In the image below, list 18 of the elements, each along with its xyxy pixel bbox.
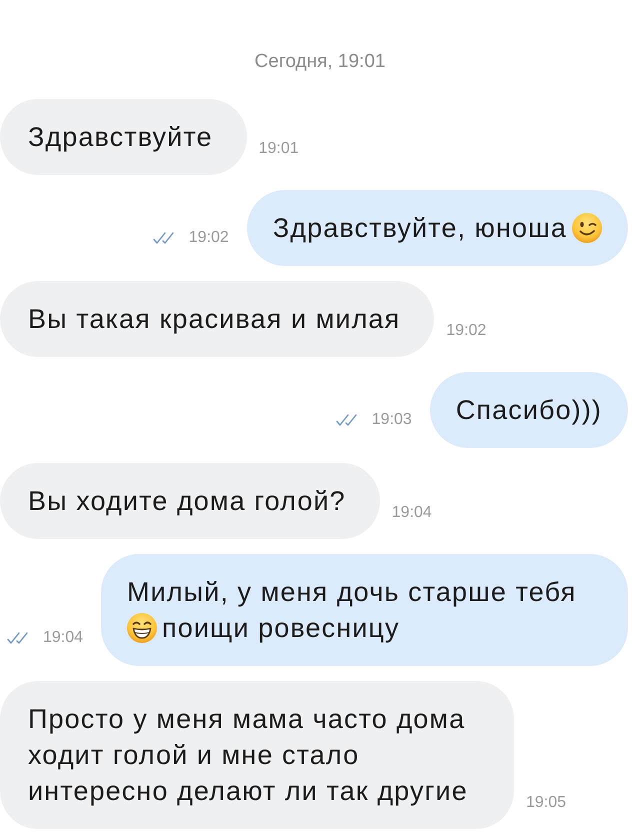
message-time: 19:02 (446, 321, 486, 341)
message-text: Вы такая красивая и милая (28, 303, 400, 336)
message-text: Милый, у меня дочь старше тебя (127, 576, 576, 609)
message-time: 19:02 (188, 228, 229, 248)
message-text: Спасибо))) (456, 394, 602, 427)
message-time: 19:04 (42, 628, 83, 648)
message-text: Вы ходите дома голой? (28, 485, 346, 518)
date-divider: Сегодня, 19:01 (254, 50, 386, 74)
message-text: поищи ровесницу (162, 612, 400, 645)
message-time: 19:03 (372, 410, 412, 430)
message-time: 19:05 (526, 793, 566, 813)
message-text: Здравствуйте (28, 121, 213, 154)
winking-face-icon (572, 213, 602, 243)
message-time: 19:04 (392, 503, 432, 523)
grinning-face-icon (127, 613, 157, 643)
message-text: Здравствуйте, юноша (272, 212, 567, 245)
message-text: Просто у меня мама часто дома ходит голой и мне стало интересно делают ли так другие (28, 703, 469, 808)
message-time: 19:01 (258, 139, 299, 159)
